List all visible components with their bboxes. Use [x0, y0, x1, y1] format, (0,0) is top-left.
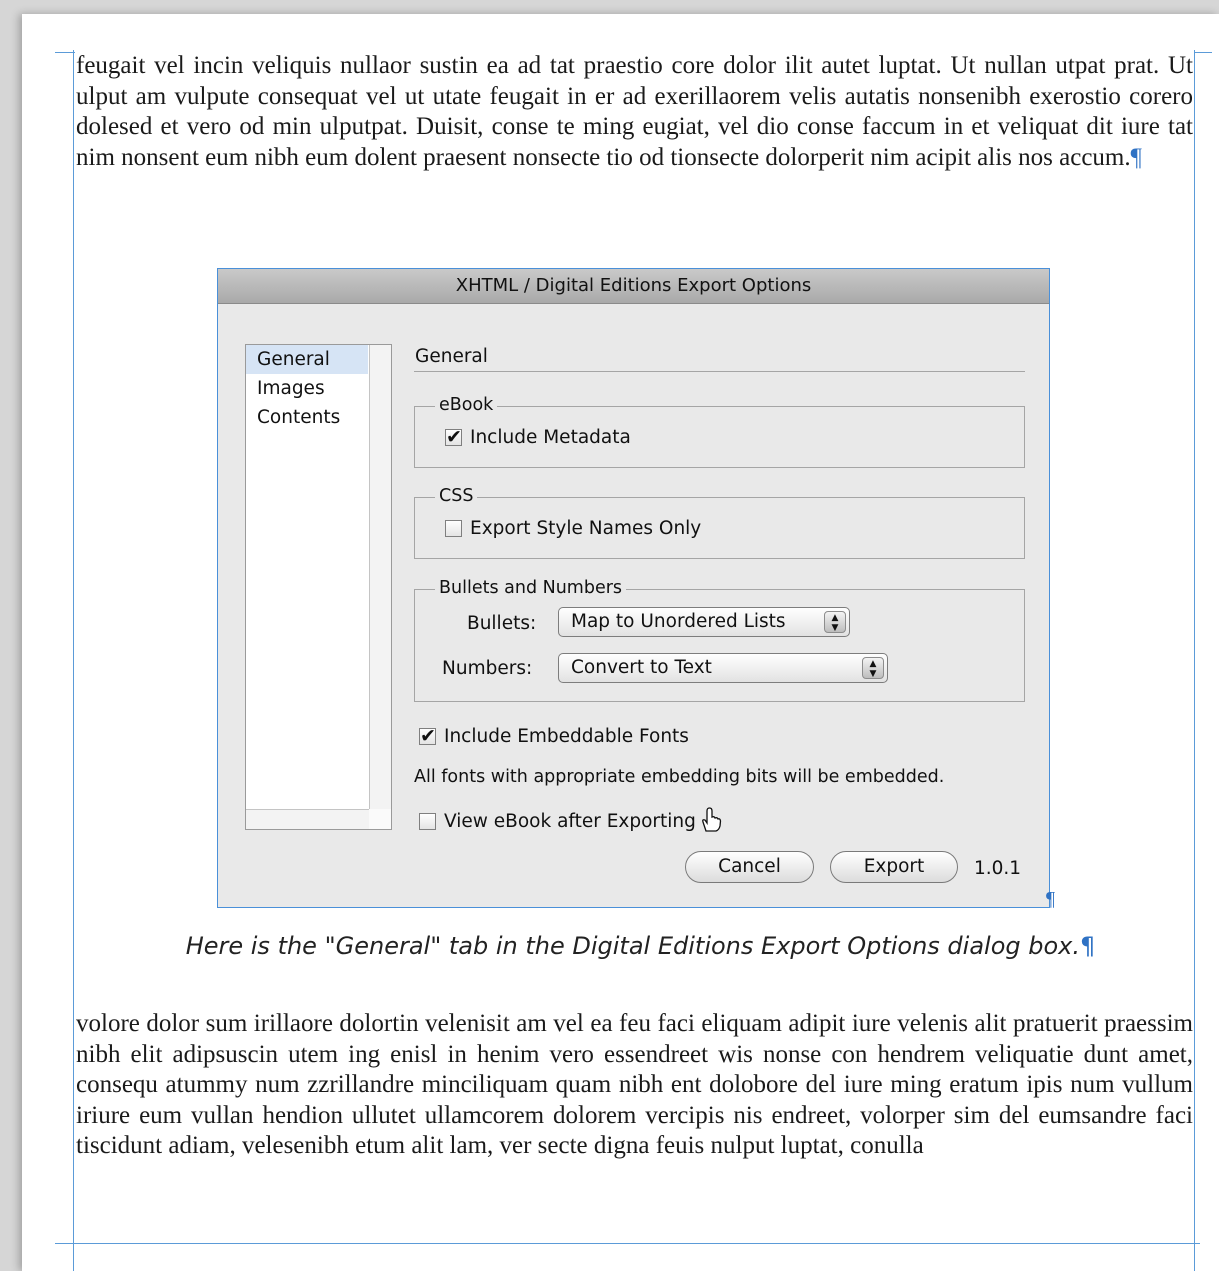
- css-group-legend: CSS: [435, 486, 478, 506]
- pilcrow-mark: ¶: [1046, 888, 1056, 910]
- embed-fonts-note: All fonts with appropriate embedding bit…: [414, 767, 945, 787]
- export-options-dialog: XHTML / Digital Editions Export Options …: [217, 268, 1050, 908]
- numbers-select[interactable]: Convert to Text ▲ ▼: [558, 653, 888, 683]
- paragraph-bottom: volore dolor sum irillaore dolortin vele…: [76, 1010, 1193, 1159]
- sidebar-item-images[interactable]: Images: [246, 374, 368, 403]
- css-group: CSS Export Style Names Only: [414, 486, 1025, 559]
- sidebar-item-general[interactable]: General: [246, 345, 368, 374]
- numbers-select-value: Convert to Text: [571, 657, 712, 678]
- text-frame-guide-right: [1194, 50, 1195, 1271]
- export-style-names-label: Export Style Names Only: [470, 518, 702, 539]
- figure-caption: Here is the "General" tab in the Digital…: [185, 932, 1096, 960]
- dialog-title: XHTML / Digital Editions Export Options: [218, 269, 1049, 304]
- bullets-select[interactable]: Map to Unordered Lists ▲ ▼: [558, 607, 850, 637]
- text-frame-guide-top: [55, 52, 75, 53]
- sidebar-item-contents[interactable]: Contents: [246, 403, 368, 432]
- ebook-group: eBook Include Metadata: [414, 395, 1025, 468]
- bullets-numbers-group: Bullets and Numbers Bullets: Map to Unor…: [414, 578, 1025, 702]
- section-divider: [414, 371, 1025, 372]
- section-title: General: [415, 346, 488, 367]
- options-sidebar: General Images Contents: [245, 344, 392, 830]
- view-ebook-row[interactable]: View eBook after Exporting: [419, 811, 696, 832]
- paragraph-top: feugait vel incin veliquis nullaor susti…: [76, 52, 1193, 171]
- bullets-label: Bullets:: [467, 613, 537, 634]
- text-frame-guide-left: [73, 50, 74, 1271]
- cancel-button[interactable]: Cancel: [685, 851, 814, 883]
- text-frame-guide-bottom: [55, 1243, 1200, 1244]
- embed-fonts-checkbox[interactable]: [419, 725, 436, 747]
- embed-fonts-row[interactable]: Include Embeddable Fonts: [419, 725, 689, 747]
- updown-arrows-icon: ▲ ▼: [824, 611, 846, 633]
- view-ebook-checkbox[interactable]: [419, 813, 436, 830]
- include-metadata-checkbox[interactable]: [445, 426, 462, 448]
- version-label: 1.0.1: [974, 858, 1022, 879]
- text-frame-guide-top-right: [1194, 52, 1212, 53]
- bullets-numbers-group-legend: Bullets and Numbers: [435, 578, 627, 598]
- export-button[interactable]: Export: [830, 851, 958, 883]
- include-metadata-label: Include Metadata: [470, 427, 631, 448]
- embed-fonts-label: Include Embeddable Fonts: [444, 726, 689, 747]
- pilcrow-mark: ¶: [1080, 932, 1096, 960]
- include-metadata-row[interactable]: Include Metadata: [445, 426, 631, 448]
- bullets-select-value: Map to Unordered Lists: [571, 611, 786, 632]
- sidebar-vertical-scrollbar[interactable]: [369, 345, 391, 810]
- hand-pointer-icon: [702, 807, 722, 832]
- pilcrow-mark: ¶: [1130, 143, 1142, 171]
- export-style-names-row[interactable]: Export Style Names Only: [445, 518, 701, 539]
- ebook-group-legend: eBook: [435, 395, 498, 415]
- sidebar-horizontal-scrollbar[interactable]: [246, 809, 370, 829]
- scrollbar-corner: [369, 809, 391, 829]
- updown-arrows-icon: ▲ ▼: [862, 657, 884, 679]
- view-ebook-label: View eBook after Exporting: [444, 811, 696, 832]
- export-style-names-checkbox[interactable]: [445, 520, 462, 537]
- numbers-label: Numbers:: [442, 658, 533, 679]
